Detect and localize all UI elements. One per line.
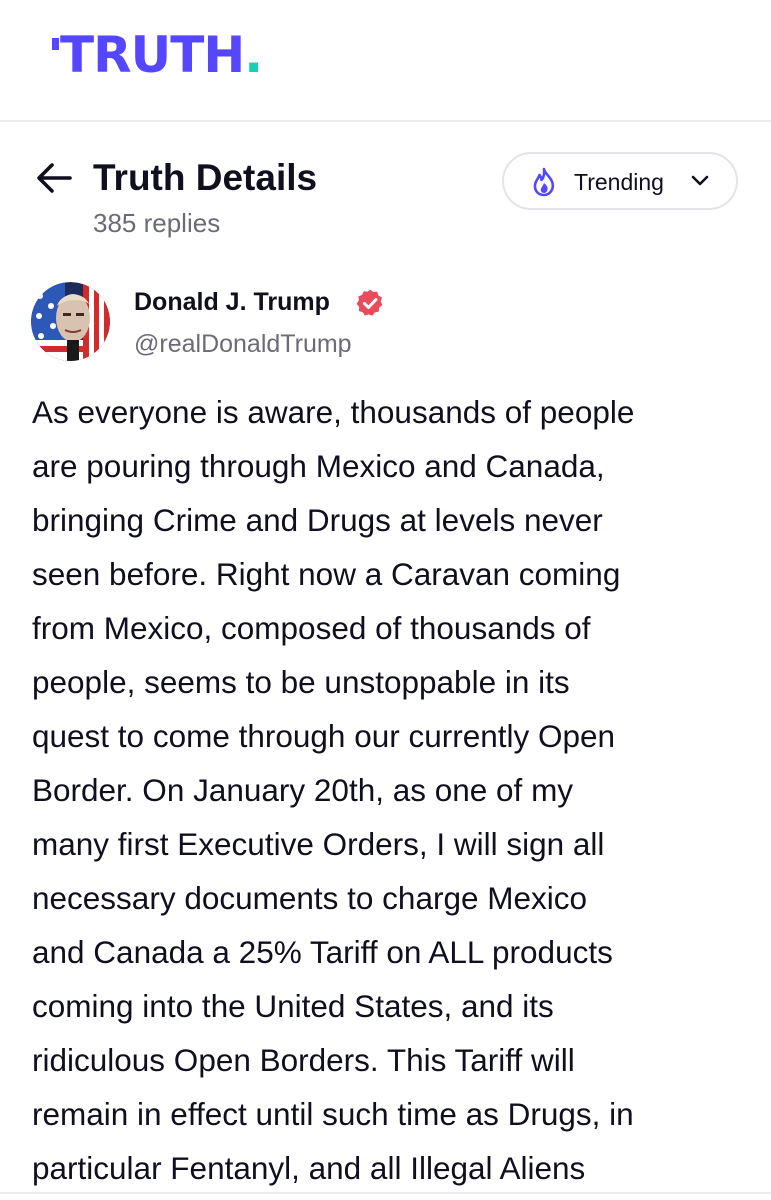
post-body-line: bringing Crime and Drugs at levels never [32,502,603,538]
post-body-line: ridiculous Open Borders. This Tariff wil… [32,1042,575,1078]
post-body-line: Border. On January 20th, as one of my [32,772,574,808]
page-title: Truth Details [93,157,318,198]
post-body-line: seen before. Right now a Caravan coming [32,556,621,592]
author-handle[interactable]: @realDonaldTrump [134,328,352,360]
reply-count: 385 replies [93,208,221,238]
back-button[interactable] [34,160,74,196]
post-body-line: many first Executive Orders, I will sign… [32,826,605,862]
arrow-left-icon [37,163,72,193]
post-body-line: people, seems to be unstoppable in its [32,664,570,700]
sort-selected-label: Trending [574,169,664,195]
post-body-line: and Canada a 25% Tariff on ALL products [32,934,613,970]
chevron-down-icon [691,175,709,186]
post-body-line: quest to come through our currently Open [32,718,616,754]
post-body-line: particular Fentanyl, and all Illegal Ali… [32,1150,586,1186]
truth-logo[interactable]: TRUTH. [52,30,263,80]
logo-dot: . [244,26,263,84]
logo-tick-mark [52,38,59,50]
fire-icon [533,167,555,197]
post-body-line: As everyone is aware, thousands of peopl… [32,394,635,430]
avatar[interactable] [31,282,110,361]
post-body-line: from Mexico, composed of thousands of [32,610,591,646]
sort-dropdown[interactable]: Trending [502,152,738,210]
post-body-line: coming into the United States, and its [32,988,554,1024]
post-body: As everyone is aware, thousands of peopl… [32,385,748,1195]
divider [0,1192,771,1194]
author-name[interactable]: Donald J. Trump [134,286,330,318]
top-bar: TRUTH. [0,0,771,122]
verified-badge-icon [356,289,383,316]
post-body-line: remain in effect until such time as Drug… [32,1096,634,1132]
avatar-image [31,282,110,361]
post-body-line: necessary documents to charge Mexico [32,880,588,916]
logo-text: TRUTH [60,26,245,84]
post-body-line: are pouring through Mexico and Canada, [32,448,605,484]
